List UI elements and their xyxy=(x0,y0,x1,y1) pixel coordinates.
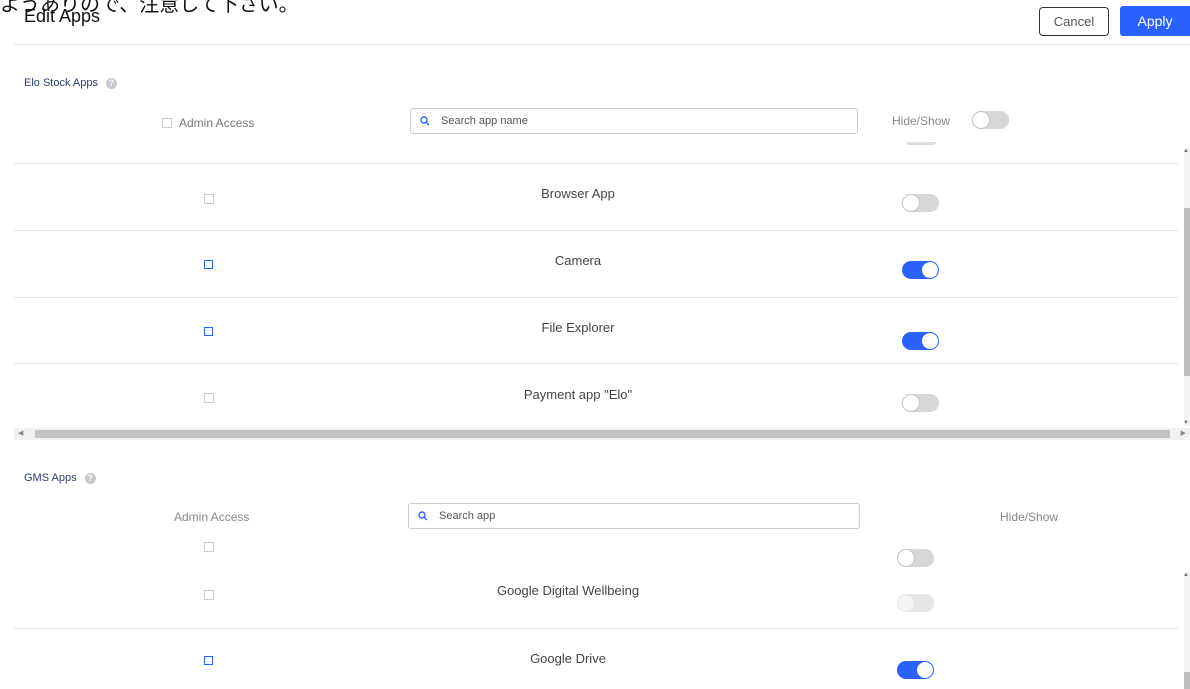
visibility-toggle[interactable] xyxy=(897,594,934,612)
table-row: File Explorer xyxy=(0,298,1178,364)
help-icon[interactable]: ? xyxy=(106,77,117,89)
visibility-toggle[interactable] xyxy=(902,261,939,279)
stock-search-box[interactable] xyxy=(410,108,858,134)
app-name: Browser App xyxy=(541,186,615,201)
stock-hide-show-label: Hide/Show xyxy=(892,114,951,128)
visibility-toggle[interactable] xyxy=(897,549,934,567)
table-row xyxy=(0,535,1178,573)
app-name: Google Digital Wellbeing xyxy=(496,583,640,598)
apply-button[interactable]: Apply xyxy=(1120,6,1190,36)
search-icon xyxy=(411,116,439,126)
admin-access-checkbox[interactable] xyxy=(204,260,213,269)
stock-section-title: Elo Stock Apps ? xyxy=(24,77,117,89)
horizontal-scroll-thumb[interactable] xyxy=(35,430,1170,438)
app-name: Payment app "Elo" xyxy=(523,387,633,402)
gms-scroll-thumb[interactable] xyxy=(1184,672,1190,689)
stock-scroll-thumb[interactable] xyxy=(1184,208,1190,376)
admin-access-checkbox[interactable] xyxy=(204,194,214,204)
visibility-toggle[interactable] xyxy=(902,194,939,212)
admin-access-checkbox[interactable] xyxy=(204,393,214,403)
stock-admin-access-checkbox[interactable] xyxy=(162,118,172,128)
stock-master-toggle[interactable] xyxy=(972,111,1009,129)
gms-search-box[interactable] xyxy=(408,503,860,529)
admin-access-checkbox[interactable] xyxy=(204,542,214,552)
table-row: Camera xyxy=(0,231,1178,297)
admin-access-checkbox[interactable] xyxy=(204,656,213,665)
gms-section-title-text: GMS Apps xyxy=(24,472,77,484)
stock-vertical-scrollbar[interactable]: ▲ ▼ xyxy=(1183,148,1190,426)
help-icon[interactable]: ? xyxy=(84,472,96,484)
table-row: Google Drive xyxy=(0,629,1178,689)
cancel-button[interactable]: Cancel xyxy=(1039,7,1109,36)
table-row: Google Digital Wellbeing xyxy=(0,573,1178,628)
header-divider xyxy=(14,44,1190,45)
gms-admin-access-label: Admin Access xyxy=(174,510,250,524)
stock-section-title-text: Elo Stock Apps xyxy=(24,77,98,89)
app-name: File Explorer xyxy=(541,320,615,335)
admin-access-checkbox[interactable] xyxy=(204,327,213,336)
visibility-toggle[interactable] xyxy=(897,661,934,679)
app-name: Google Drive xyxy=(530,651,606,666)
visibility-toggle[interactable] xyxy=(902,394,939,412)
table-row: Payment app "Elo" xyxy=(0,364,1178,428)
table-row: Browser App xyxy=(0,164,1178,230)
gms-search-input[interactable] xyxy=(437,509,859,523)
page-title: Edit Apps xyxy=(24,6,101,26)
stock-horizontal-scrollbar[interactable]: ◀ ▶ xyxy=(14,428,1190,440)
gms-hide-show-label: Hide/Show xyxy=(1000,510,1059,524)
admin-access-checkbox[interactable] xyxy=(204,590,214,600)
stock-search-input[interactable] xyxy=(439,114,857,128)
app-name: Camera xyxy=(554,253,602,268)
stock-admin-access-label: Admin Access xyxy=(179,116,255,130)
gms-section-title: GMS Apps ? xyxy=(24,472,96,484)
search-icon xyxy=(409,511,437,521)
visibility-toggle[interactable] xyxy=(902,332,939,350)
stock-admin-access-header[interactable]: Admin Access xyxy=(162,116,254,130)
gms-vertical-scrollbar[interactable]: ▲ xyxy=(1183,572,1190,689)
clipped-toggle xyxy=(906,142,936,148)
